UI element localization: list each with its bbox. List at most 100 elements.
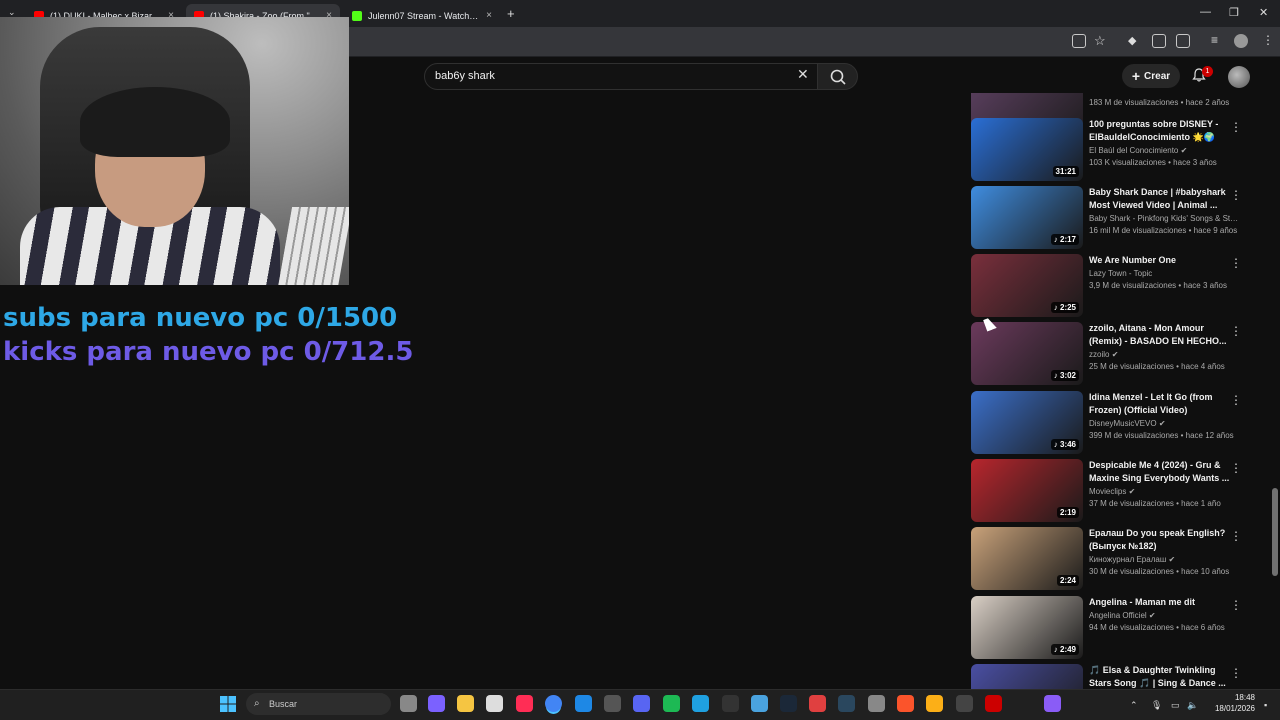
channel-name[interactable]: Angelina Officiel ✔ <box>1089 611 1239 620</box>
cast-icon[interactable] <box>1072 34 1086 48</box>
extension-diamond-icon[interactable]: ◆ <box>1128 34 1136 47</box>
spotify-icon[interactable] <box>663 695 680 712</box>
volume-icon[interactable]: 🔈 <box>1187 700 1198 711</box>
new-tab-button[interactable]: + <box>507 6 515 21</box>
video-thumbnail[interactable]: ♪ 2:17 <box>971 186 1083 249</box>
profile-icon[interactable] <box>1234 34 1248 48</box>
recommendation-item[interactable]: ♪ 2:49 Angelina - Maman me dit Angelina Of… <box>971 596 1261 660</box>
page-scrollbar[interactable] <box>1271 57 1279 689</box>
browser-tab-kick[interactable]: Julenn07 Stream - Watch Live o × <box>344 4 500 27</box>
tray-chevron-icon[interactable]: ⌃ <box>1130 700 1138 711</box>
tiktok-icon[interactable] <box>516 695 533 712</box>
media-controls-icon[interactable]: ≡ <box>1211 33 1218 47</box>
channel-name[interactable]: Movieclips ✔ <box>1089 487 1239 496</box>
more-actions-icon[interactable]: ⋮ <box>1230 188 1242 202</box>
video-title[interactable]: Baby Shark Dance | #babyshark Most Viewe… <box>1089 186 1239 212</box>
channel-name[interactable]: El Baúl del Conocimiento ✔ <box>1089 146 1239 155</box>
channel-name[interactable]: Киножурнал Ералаш ✔ <box>1089 555 1239 564</box>
photos-icon[interactable] <box>751 695 768 712</box>
obs-icon[interactable] <box>604 695 621 712</box>
recommendation-item[interactable]: 31:21 100 preguntas sobre DISNEY - ElBaul… <box>971 118 1261 182</box>
video-views: 30 M de visualizaciones • hace 10 años <box>1089 567 1230 576</box>
video-title[interactable]: Angelina - Maman me dit <box>1089 596 1239 609</box>
recommendation-item[interactable]: 2:24 Ералаш Do you speak English? (Выпуск… <box>971 527 1261 591</box>
recommendation-item[interactable]: 2:19 Despicable Me 4 (2024) - Gru & Maxin… <box>971 459 1261 523</box>
notes-icon[interactable] <box>575 695 592 712</box>
search-button[interactable] <box>817 63 858 90</box>
recommendation-item[interactable]: ♪ 2:17 Baby Shark Dance | #babyshark Most… <box>971 186 1261 250</box>
more-actions-icon[interactable]: ⋮ <box>1230 666 1242 680</box>
recommendation-item[interactable]: ♪ 2:25 We Are Number One Lazy Town - Topic… <box>971 254 1261 318</box>
chrome-icon[interactable] <box>545 695 562 712</box>
minimize-icon[interactable]: — <box>1200 6 1211 18</box>
network-icon[interactable]: ▭ <box>1171 700 1180 711</box>
video-thumbnail[interactable]: ♪ 2:25 <box>971 254 1083 317</box>
discord-icon[interactable] <box>633 695 650 712</box>
video-meta: Angelina - Maman me dit Angelina Officiel… <box>1089 596 1239 632</box>
copilot-icon[interactable] <box>428 695 445 712</box>
steam-icon[interactable] <box>780 695 797 712</box>
game-icon[interactable] <box>1044 695 1061 712</box>
windows-start-icon[interactable] <box>220 696 236 712</box>
store-icon[interactable] <box>486 695 503 712</box>
taskbar-search[interactable]: ⌕ Buscar <box>246 693 391 715</box>
video-title[interactable]: 🎵 Elsa & Daughter Twinkling Stars Song 🎵… <box>1089 664 1239 689</box>
video-title[interactable]: Despicable Me 4 (2024) - Gru & Maxine Si… <box>1089 459 1239 485</box>
video-title[interactable]: Idina Menzel - Let It Go (from Frozen) (… <box>1089 391 1239 417</box>
video-thumbnail[interactable]: 31:21 <box>971 118 1083 181</box>
edge-icon[interactable] <box>692 695 709 712</box>
video-thumbnail[interactable]: ♪ 2:49 <box>971 596 1083 659</box>
adobe-icon[interactable] <box>985 695 1002 712</box>
create-button[interactable]: + Crear <box>1122 64 1180 88</box>
avatar[interactable] <box>1228 66 1250 88</box>
recommendation-item[interactable]: ♪ 3:02 zzoilo, Aitana - Mon Amour (Remix)… <box>971 322 1261 386</box>
channel-name[interactable]: Baby Shark - Pinkfong Kids' Songs & Stor… <box>1089 214 1239 223</box>
more-actions-icon[interactable]: ⋮ <box>1230 324 1242 338</box>
recommendation-item[interactable]: 🎵 Elsa & Daughter Twinkling Stars Song 🎵… <box>971 664 1261 689</box>
video-thumbnail[interactable] <box>971 664 1083 689</box>
video-title[interactable]: 100 preguntas sobre DISNEY - ElBauldelCo… <box>1089 118 1239 144</box>
video-title[interactable]: zzoilo, Aitana - Mon Amour (Remix) - BAS… <box>1089 322 1239 348</box>
video-thumbnail[interactable]: 2:24 <box>971 527 1083 590</box>
task-view-icon[interactable] <box>400 695 417 712</box>
channel-name[interactable]: DisneyMusicVEVO ✔ <box>1089 419 1239 428</box>
scrollbar-thumb[interactable] <box>1272 488 1278 576</box>
speedtest-icon[interactable] <box>868 695 885 712</box>
more-actions-icon[interactable]: ⋮ <box>1230 256 1242 270</box>
more-actions-icon[interactable]: ⋮ <box>1230 461 1242 475</box>
close-tab-icon[interactable]: × <box>486 10 492 21</box>
more-actions-icon[interactable]: ⋮ <box>1230 529 1242 543</box>
extension-icon[interactable] <box>1152 34 1166 48</box>
clear-search-icon[interactable]: ✕ <box>797 66 809 83</box>
bookmark-star-icon[interactable]: ☆ <box>1094 33 1106 49</box>
puzzle-icon[interactable] <box>1176 34 1190 48</box>
more-actions-icon[interactable]: ⋮ <box>1230 120 1242 134</box>
notification-badge: 1 <box>1202 66 1213 77</box>
system-clock[interactable]: 18:48 18/01/2026 <box>1205 692 1255 714</box>
steam-alt-icon[interactable] <box>838 695 855 712</box>
rockstar-icon[interactable] <box>926 695 943 712</box>
recommendation-item[interactable]: ♪ 3:46 Idina Menzel - Let It Go (from Fro… <box>971 391 1261 455</box>
video-thumbnail[interactable]: 2:19 <box>971 459 1083 522</box>
video-thumbnail[interactable]: ♪ 3:02 <box>971 322 1083 385</box>
channel-name[interactable]: Lazy Town - Topic <box>1089 269 1239 278</box>
maximize-icon[interactable]: ❐ <box>1229 6 1239 19</box>
more-actions-icon[interactable]: ⋮ <box>1230 393 1242 407</box>
4k-icon[interactable] <box>956 695 973 712</box>
file-explorer-icon[interactable] <box>457 695 474 712</box>
search-input[interactable]: bab6y shark <box>424 63 822 90</box>
more-actions-icon[interactable]: ⋮ <box>1230 598 1242 612</box>
brave-icon[interactable] <box>897 695 914 712</box>
close-window-icon[interactable]: ✕ <box>1259 6 1268 19</box>
channel-name[interactable]: zzoilo ✔ <box>1089 350 1239 359</box>
epic-games-icon[interactable] <box>722 695 739 712</box>
video-thumbnail[interactable]: ♪ 3:46 <box>971 391 1083 454</box>
video-title[interactable]: Ералаш Do you speak English? (Выпуск №18… <box>1089 527 1239 553</box>
microphone-icon[interactable]: 🎙 <box>1151 700 1162 711</box>
video-title[interactable]: We Are Number One <box>1089 254 1239 267</box>
media-player-icon[interactable] <box>809 695 826 712</box>
notifications-center-icon[interactable]: ▪ <box>1264 700 1267 710</box>
channel-label: DisneyMusicVEVO <box>1089 419 1157 428</box>
heater <box>277 207 349 285</box>
browser-menu-icon[interactable]: ⋮ <box>1262 33 1274 47</box>
